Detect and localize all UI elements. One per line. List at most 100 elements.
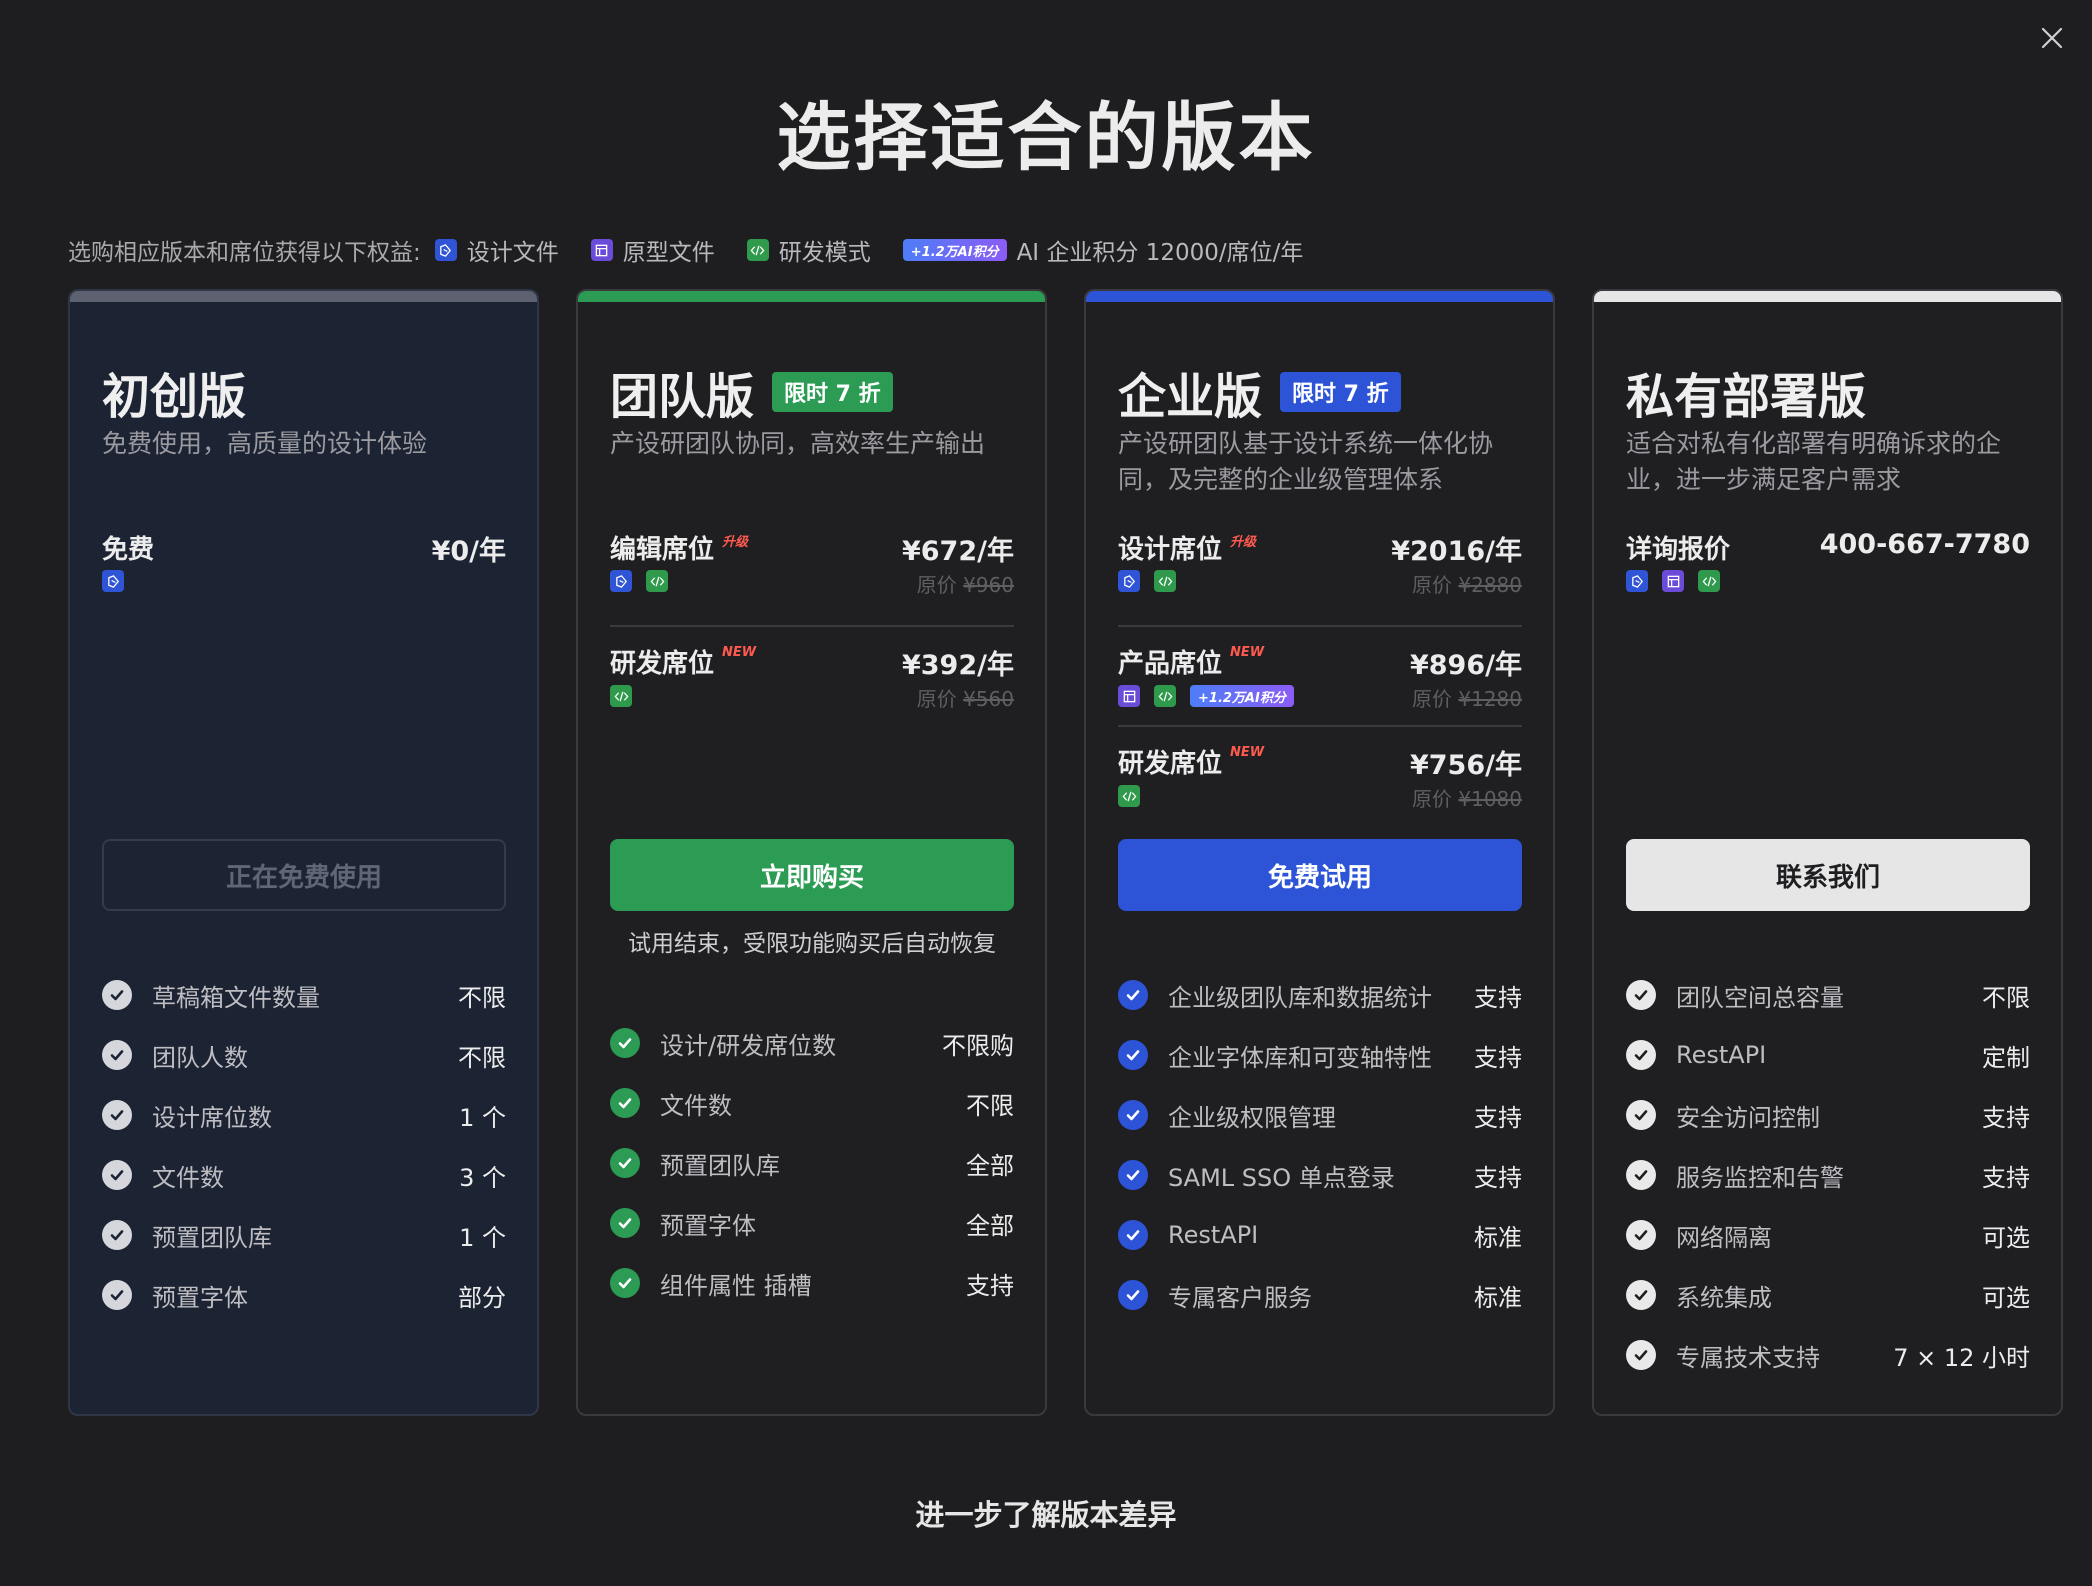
check-icon bbox=[1118, 1160, 1148, 1190]
feature-row: 网络隔离 可选 bbox=[1626, 1205, 2030, 1265]
benefit-label: AI 企业积分 12000/席位/年 bbox=[1016, 240, 1304, 266]
new-flag: NEW bbox=[1230, 745, 1265, 760]
benefit-dev-mode: 研发模式 bbox=[746, 233, 871, 267]
dev-mode-icon bbox=[1154, 570, 1176, 592]
check-icon bbox=[1626, 1040, 1656, 1070]
seat-row-design: 设计席位 升级 ¥2016/年 原价 ¥2880 bbox=[1118, 525, 1522, 625]
original-price: 原价 ¥960 bbox=[916, 573, 1014, 597]
close-button[interactable] bbox=[2032, 18, 2072, 58]
feature-row: 组件属性 插槽 支持 bbox=[610, 1253, 1014, 1313]
design-file-icon bbox=[102, 570, 124, 592]
check-icon bbox=[1118, 1040, 1148, 1070]
benefit-prototype-file: 原型文件 bbox=[590, 233, 715, 267]
seat-list: 免费 ¥0/年 bbox=[102, 525, 506, 625]
benefits-intro: 选购相应版本和席位获得以下权益: bbox=[68, 240, 421, 266]
feature-label: 文件数 bbox=[660, 1091, 732, 1120]
check-icon bbox=[1118, 1280, 1148, 1310]
plan-name: 企业版 bbox=[1118, 369, 1263, 425]
seat-list: 编辑席位 升级 ¥672/年 原价 ¥960 研发席位 NEW ¥392/年 原价 … bbox=[610, 525, 1014, 725]
feature-row: 文件数 3 个 bbox=[102, 1145, 506, 1205]
plan-name: 团队版 bbox=[610, 369, 755, 425]
contact-phone: 400-667-7780 bbox=[1819, 529, 2030, 560]
new-flag: NEW bbox=[1230, 645, 1265, 660]
upgrade-flag: 升级 bbox=[722, 535, 749, 550]
seat-permissions bbox=[1118, 570, 1176, 592]
plan-card-private: 私有部署版 适合对私有化部署有明确诉求的企业，进一步满足客户需求 详询报价 40… bbox=[1592, 289, 2063, 1416]
feature-row: 安全访问控制 支持 bbox=[1626, 1085, 2030, 1145]
feature-list: 团队空间总容量 不限 RestAPI 定制 安全访问控制 支持 服务监控和告警 支持 网… bbox=[1626, 965, 2030, 1385]
seat-name: 设计席位 升级 bbox=[1118, 529, 1256, 566]
plan-accent-bar bbox=[1594, 291, 2061, 302]
seat-row: 详询报价 400-667-7780 bbox=[1626, 525, 2030, 625]
feature-value: 标准 bbox=[1474, 1223, 1522, 1252]
feature-label: 预置团队库 bbox=[660, 1151, 780, 1180]
feature-row: 预置字体 部分 bbox=[102, 1265, 506, 1325]
feature-value: 标准 bbox=[1474, 1283, 1522, 1312]
check-icon bbox=[610, 1088, 640, 1118]
feature-label: 预置字体 bbox=[660, 1211, 756, 1240]
design-file-icon bbox=[1626, 570, 1648, 592]
plan-name: 私有部署版 bbox=[1626, 369, 1867, 425]
plan-name: 初创版 bbox=[102, 369, 247, 425]
check-icon bbox=[102, 1160, 132, 1190]
dev-mode-icon bbox=[610, 685, 632, 707]
seat-row: 免费 ¥0/年 bbox=[102, 525, 506, 625]
seat-price: ¥2016/年 bbox=[1391, 536, 1522, 567]
feature-value: 不限购 bbox=[942, 1031, 1014, 1060]
seat-permissions bbox=[1626, 570, 1720, 592]
buy-now-button[interactable]: 立即购买 bbox=[610, 839, 1014, 911]
feature-value: 支持 bbox=[1982, 1163, 2030, 1192]
feature-row: 设计/研发席位数 不限购 bbox=[610, 1013, 1014, 1073]
upgrade-flag: 升级 bbox=[1230, 535, 1257, 550]
feature-label: 设计/研发席位数 bbox=[660, 1031, 837, 1060]
check-icon bbox=[1626, 1100, 1656, 1130]
feature-row: 团队人数 不限 bbox=[102, 1025, 506, 1085]
seat-row-dev: 研发席位 NEW ¥392/年 原价 ¥560 bbox=[610, 625, 1014, 725]
check-icon bbox=[610, 1268, 640, 1298]
contact-us-button[interactable]: 联系我们 bbox=[1626, 839, 2030, 911]
feature-label: 草稿箱文件数量 bbox=[152, 983, 320, 1012]
check-icon bbox=[610, 1208, 640, 1238]
seat-list: 设计席位 升级 ¥2016/年 原价 ¥2880 产品席位 NEW ¥896/年 原… bbox=[1118, 525, 1522, 825]
original-price: 原价 ¥1280 bbox=[1412, 687, 1522, 711]
feature-value: 可选 bbox=[1982, 1223, 2030, 1252]
plan-description: 产设研团队协同，高效率生产输出 bbox=[610, 429, 986, 458]
close-icon bbox=[2041, 27, 2063, 49]
feature-value: 不限 bbox=[458, 983, 506, 1012]
feature-label: SAML SSO 单点登录 bbox=[1168, 1163, 1395, 1192]
feature-row: RestAPI 标准 bbox=[1118, 1205, 1522, 1265]
seat-permissions bbox=[1118, 785, 1140, 807]
feature-list: 设计/研发席位数 不限购 文件数 不限 预置团队库 全部 预置字体 全部 组件属性 插槽… bbox=[610, 1013, 1014, 1313]
compare-versions-link[interactable]: 进一步了解版本差异 bbox=[0, 1492, 2092, 1534]
check-icon bbox=[102, 1280, 132, 1310]
feature-label: 团队人数 bbox=[152, 1043, 248, 1072]
dev-mode-icon bbox=[1698, 570, 1720, 592]
feature-value: 支持 bbox=[966, 1271, 1014, 1300]
current-plan-button: 正在免费使用 bbox=[102, 839, 506, 911]
feature-value: 1 个 bbox=[459, 1223, 506, 1252]
seat-permissions bbox=[610, 570, 668, 592]
seat-name: 研发席位 NEW bbox=[1118, 745, 1265, 779]
feature-list: 草稿箱文件数量 不限 团队人数 不限 设计席位数 1 个 文件数 3 个 预置团队库 1 … bbox=[102, 965, 506, 1325]
feature-value: 不限 bbox=[458, 1043, 506, 1072]
plan-description: 产设研团队基于设计系统一体化协同，及完整的企业级管理体系 bbox=[1118, 429, 1494, 494]
feature-label: 网络隔离 bbox=[1676, 1223, 1772, 1252]
check-icon bbox=[1626, 1340, 1656, 1370]
feature-value: 支持 bbox=[1474, 1103, 1522, 1132]
check-icon bbox=[102, 980, 132, 1010]
page-title: 选择适合的版本 bbox=[776, 95, 1316, 181]
trial-note: 试用结束，受限功能购买后自动恢复 bbox=[628, 931, 996, 957]
feature-value: 定制 bbox=[1982, 1043, 2030, 1072]
feature-value: 不限 bbox=[966, 1091, 1014, 1120]
feature-label: 预置字体 bbox=[152, 1283, 248, 1312]
feature-row: RestAPI 定制 bbox=[1626, 1025, 2030, 1085]
feature-label: 安全访问控制 bbox=[1676, 1103, 1820, 1132]
feature-value: 支持 bbox=[1474, 1163, 1522, 1192]
feature-label: 企业级团队库和数据统计 bbox=[1168, 983, 1432, 1012]
free-trial-button[interactable]: 免费试用 bbox=[1118, 839, 1522, 911]
check-icon bbox=[1118, 1220, 1148, 1250]
seat-name: 研发席位 NEW bbox=[610, 645, 757, 679]
plan-accent-bar bbox=[1086, 291, 1553, 302]
feature-value: 3 个 bbox=[459, 1163, 506, 1192]
seat-price: ¥672/年 bbox=[901, 536, 1014, 567]
